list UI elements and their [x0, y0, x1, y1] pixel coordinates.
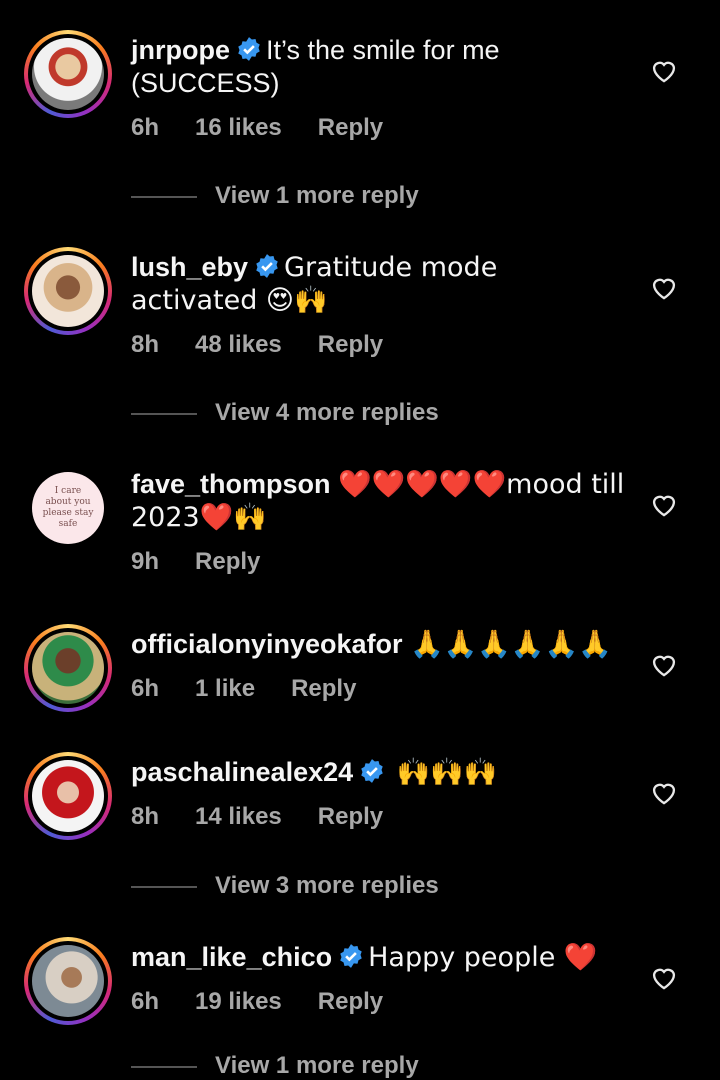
view-more-replies[interactable]: View 1 more reply [131, 182, 419, 210]
heart-outline-icon[interactable] [650, 57, 678, 83]
comment-body: fave_thompson ❤️❤️❤️❤️❤️mood till 2023❤️… [131, 468, 626, 534]
comment-body: paschalinealex24 🙌🙌🙌 [131, 756, 626, 789]
view-more-replies[interactable]: View 3 more replies [131, 872, 439, 900]
like-count[interactable]: 16 likes [195, 114, 282, 141]
verified-badge-icon [256, 254, 278, 278]
comment-time: 6h [131, 675, 160, 702]
comment-time: 8h [131, 331, 160, 358]
comment-text: 🙏🙏🙏🙏🙏🙏 [410, 629, 612, 660]
heart-outline-icon[interactable] [650, 651, 678, 677]
reply-button[interactable]: Reply [318, 988, 383, 1015]
reply-button[interactable]: Reply [318, 114, 383, 141]
comment-time: 6h [131, 114, 160, 141]
avatar[interactable] [24, 624, 112, 712]
reply-button[interactable]: Reply [318, 331, 383, 358]
view-more-replies[interactable]: View 4 more replies [131, 399, 439, 427]
username[interactable]: man_like_chico [131, 942, 332, 972]
username[interactable]: jnrpope [131, 35, 230, 65]
avatar[interactable] [24, 30, 112, 118]
comment-meta: 6h 16 likes Reply [131, 114, 419, 142]
comment-time: 8h [131, 803, 160, 830]
comment-time: 9h [131, 548, 160, 575]
comment-body: lush_eby Gratitude mode activated 😍🙌 [131, 251, 626, 317]
view-more-replies[interactable]: View 1 more reply [131, 1052, 419, 1080]
avatar-image: I care about you please stay safe [32, 472, 104, 544]
reply-button[interactable]: Reply [291, 675, 356, 702]
view-more-label: View 4 more replies [215, 399, 439, 426]
avatar[interactable] [24, 937, 112, 1025]
verified-badge-icon [340, 944, 362, 968]
avatar-image [32, 760, 104, 832]
divider-line [131, 885, 197, 888]
avatar-caption: I care [54, 486, 82, 496]
reply-button[interactable]: Reply [195, 548, 260, 575]
avatar-caption: safe [58, 519, 78, 529]
verified-badge-icon [361, 759, 383, 783]
comment-body: man_like_chico Happy people ❤️ [131, 941, 626, 974]
username[interactable]: lush_eby [131, 252, 248, 282]
comment-text: Happy people ❤️ [368, 942, 598, 973]
avatar-caption: please stay [42, 508, 94, 518]
avatar-image [32, 38, 104, 110]
view-more-label: View 3 more replies [215, 872, 439, 899]
comment-meta: 8h 14 likes Reply [131, 803, 419, 831]
divider-line [131, 195, 197, 198]
heart-outline-icon[interactable] [650, 779, 678, 805]
username[interactable]: officialonyinyeokafor [131, 629, 403, 659]
view-more-label: View 1 more reply [215, 1052, 419, 1079]
comment-meta: 6h 19 likes Reply [131, 988, 419, 1016]
avatar-image [32, 945, 104, 1017]
view-more-label: View 1 more reply [215, 182, 419, 209]
divider-line [131, 1065, 197, 1068]
like-count[interactable]: 48 likes [195, 331, 282, 358]
verified-badge-icon [238, 37, 260, 61]
comment-time: 6h [131, 988, 160, 1015]
username[interactable]: fave_thompson [131, 469, 331, 499]
comment-body: officialonyinyeokafor 🙏🙏🙏🙏🙏🙏 [131, 628, 626, 661]
heart-outline-icon[interactable] [650, 274, 678, 300]
like-count[interactable]: 19 likes [195, 988, 282, 1015]
like-count[interactable]: 14 likes [195, 803, 282, 830]
comment-text: 🙌🙌🙌 [396, 757, 498, 788]
avatar-caption: about you [45, 497, 91, 507]
avatar[interactable]: I care about you please stay safe [24, 464, 112, 552]
avatar-image [32, 632, 104, 704]
divider-line [131, 412, 197, 415]
comment-meta: 8h 48 likes Reply [131, 331, 419, 359]
comment-meta: 9h Reply [131, 548, 296, 576]
username[interactable]: paschalinealex24 [131, 757, 353, 787]
reply-button[interactable]: Reply [318, 803, 383, 830]
heart-outline-icon[interactable] [650, 964, 678, 990]
heart-outline-icon[interactable] [650, 491, 678, 517]
comment-meta: 6h 1 like Reply [131, 675, 392, 703]
comment-body: jnrpope It’s the smile for me (SUCCESS) [131, 34, 626, 100]
avatar[interactable] [24, 247, 112, 335]
avatar[interactable] [24, 752, 112, 840]
avatar-image [32, 255, 104, 327]
like-count[interactable]: 1 like [195, 675, 255, 702]
